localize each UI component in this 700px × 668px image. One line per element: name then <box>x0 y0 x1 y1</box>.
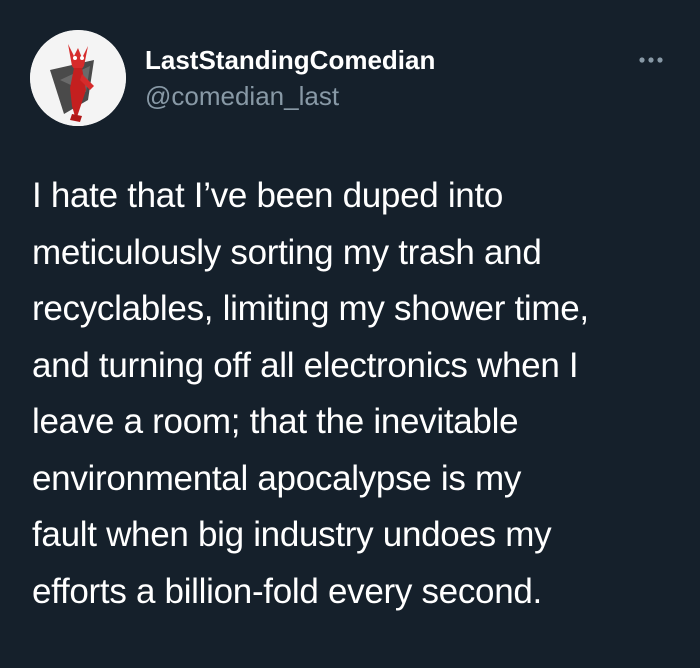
red-devil-character-avatar-icon <box>30 30 126 126</box>
tweet-card: LastStandingComedian @comedian_last I ha… <box>0 0 700 668</box>
tweet-text-line: fault when big industry undoes my <box>32 515 552 554</box>
more-options-icon <box>639 57 663 63</box>
tweet-text-line: environmental apocalypse is my <box>32 458 522 498</box>
tweet-text: I hate that I’ve been duped into meticul… <box>32 168 672 620</box>
author-info: LastStandingComedian @comedian_last <box>145 44 435 112</box>
avatar[interactable] <box>30 30 126 126</box>
tweet-text-line: and turning off all electronics when I <box>32 345 579 385</box>
tweet-text-line: efforts a billion-fold every second. <box>32 571 542 611</box>
tweet-text-line: recyclables, limiting my shower time, <box>32 289 589 328</box>
author-display-name[interactable]: LastStandingComedian <box>145 44 435 76</box>
more-options-button[interactable] <box>636 50 666 70</box>
author-handle[interactable]: @comedian_last <box>145 80 435 112</box>
tweet-text-line: leave a room; that the inevitable <box>32 402 519 441</box>
tweet-text-line: I hate that I’ve been duped into <box>32 176 504 215</box>
tweet-text-line: meticulously sorting my trash and <box>32 232 542 272</box>
